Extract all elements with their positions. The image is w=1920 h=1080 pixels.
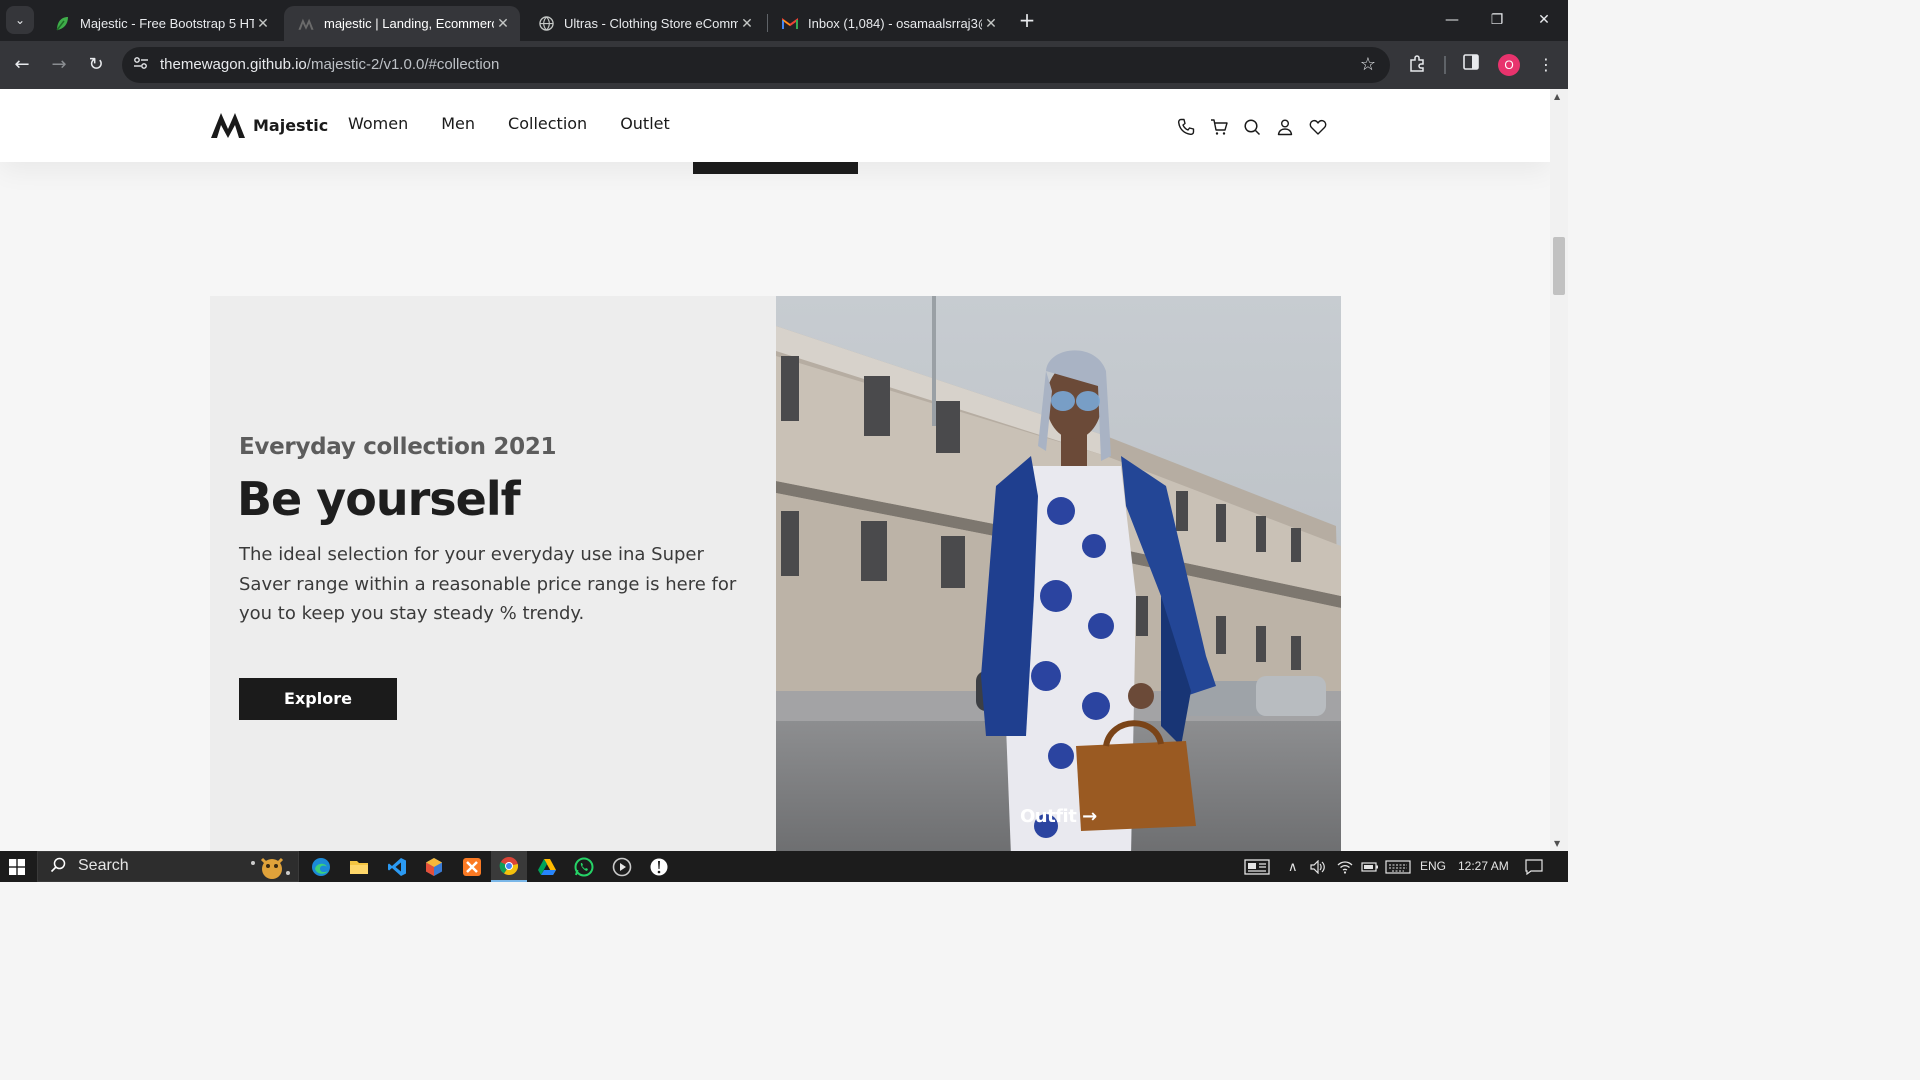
page-viewport: Majestic Women Men Collection Outlet Eve… — [0, 89, 1550, 851]
scroll-up-arrow-icon[interactable]: ▲ — [1554, 92, 1560, 101]
minimize-icon[interactable]: — — [1429, 0, 1475, 41]
window-close-icon[interactable]: ✕ — [1521, 0, 1567, 41]
search-highlight-illustration-icon — [251, 857, 290, 879]
majestic-logo-icon — [298, 16, 314, 32]
majestic-logo-icon — [211, 113, 245, 138]
app-circle-icon[interactable] — [647, 855, 671, 879]
edge-icon[interactable] — [309, 855, 333, 879]
url-text[interactable]: themewagon.github.io/majestic-2/v1.0.0/#… — [160, 47, 499, 83]
xampp-icon[interactable] — [460, 855, 484, 879]
gmail-icon — [782, 16, 798, 32]
brand-name: Majestic — [253, 115, 329, 135]
main-nav: Women Men Collection Outlet — [348, 114, 703, 133]
back-arrow-icon[interactable]: ← — [8, 51, 36, 79]
tab-title: Majestic - Free Bootstrap 5 HTML — [80, 16, 254, 31]
taskbar-search[interactable]: Search — [37, 851, 299, 882]
restore-icon[interactable]: ❐ — [1474, 0, 1520, 41]
url-host: themewagon.github.io — [160, 56, 307, 73]
tab-strip: ⌄ Majestic - Free Bootstrap 5 HTML ✕ maj… — [0, 0, 1568, 41]
app-cube-icon[interactable] — [422, 855, 446, 879]
browser-toolbar: ← → ↻ themewagon.github.io/majestic-2/v1… — [0, 41, 1568, 89]
forward-arrow-icon[interactable]: → — [45, 51, 73, 79]
menu-kebab-icon[interactable]: ⋮ — [1535, 54, 1557, 76]
search-icon[interactable] — [1242, 117, 1262, 137]
toolbar-divider — [1444, 56, 1446, 74]
google-drive-icon[interactable] — [535, 855, 559, 879]
promo-description: The ideal selection for your everyday us… — [239, 544, 737, 624]
profile-avatar[interactable]: O — [1498, 54, 1520, 76]
header-icons — [1176, 117, 1341, 137]
search-icon — [50, 857, 66, 877]
nav-item-collection[interactable]: Collection — [508, 114, 587, 133]
input-language[interactable]: ENG — [1420, 851, 1446, 882]
nav-item-outlet[interactable]: Outlet — [620, 114, 670, 133]
explore-button[interactable]: Explore — [239, 678, 397, 720]
fashion-model-photo — [776, 296, 1341, 851]
volume-icon[interactable] — [1310, 851, 1326, 882]
tab-ultras[interactable]: Ultras - Clothing Store eCommerce ✕ — [524, 6, 764, 41]
close-icon[interactable]: ✕ — [738, 15, 756, 32]
scroll-thumb[interactable] — [1553, 237, 1565, 295]
tab-title: Inbox (1,084) - osamaalsrraj3@gmail — [808, 16, 982, 31]
chrome-icon[interactable] — [491, 851, 527, 882]
outfit-label: Outfit — [1020, 806, 1077, 827]
tab-search-dropdown[interactable]: ⌄ — [6, 6, 34, 34]
tab-title: majestic | Landing, Ecommerce — [324, 16, 494, 31]
notification-center-icon[interactable] — [1525, 851, 1543, 882]
close-icon[interactable]: ✕ — [982, 15, 1000, 32]
page-scrollbar[interactable]: ▲ ▼ — [1550, 89, 1568, 851]
whatsapp-icon[interactable] — [572, 855, 596, 879]
cart-icon[interactable] — [1209, 117, 1229, 137]
tab-majestic-landing[interactable]: majestic | Landing, Ecommerce ✕ — [284, 6, 520, 41]
extensions-icon[interactable] — [1406, 54, 1428, 76]
bookmark-star-icon[interactable]: ☆ — [1360, 54, 1376, 75]
vscode-icon[interactable] — [385, 855, 409, 879]
taskbar-search-placeholder: Search — [78, 857, 129, 874]
close-icon[interactable]: ✕ — [254, 15, 272, 32]
windows-taskbar: Search ∧ ENG 12:27 AM — [0, 851, 1568, 882]
nav-item-men[interactable]: Men — [441, 114, 475, 133]
new-tab-icon[interactable]: + — [1016, 9, 1038, 31]
tab-majestic-bootstrap[interactable]: Majestic - Free Bootstrap 5 HTML ✕ — [40, 6, 280, 41]
file-explorer-icon[interactable] — [347, 855, 371, 879]
address-bar[interactable]: themewagon.github.io/majestic-2/v1.0.0/#… — [122, 47, 1390, 83]
wifi-icon[interactable] — [1337, 851, 1353, 882]
news-widget-icon[interactable] — [1244, 851, 1270, 882]
promo-image[interactable]: Outfit → — [776, 296, 1341, 851]
promo-title: Be yourself — [237, 472, 521, 526]
arrow-right-icon: → — [1082, 806, 1097, 827]
promo-subtitle: Everyday collection 2021 — [239, 434, 557, 460]
collection-promo: Everyday collection 2021 Be yourself The… — [210, 296, 1341, 851]
keyboard-icon[interactable] — [1385, 851, 1411, 882]
tab-title: Ultras - Clothing Store eCommerce — [564, 16, 738, 31]
reload-icon[interactable]: ↻ — [82, 51, 110, 79]
nav-item-women[interactable]: Women — [348, 114, 408, 133]
phone-icon[interactable] — [1176, 117, 1196, 137]
side-panel-icon[interactable] — [1460, 54, 1482, 76]
tab-gmail-inbox[interactable]: Inbox (1,084) - osamaalsrraj3@gmail ✕ — [768, 6, 1008, 41]
windows-start-icon[interactable] — [9, 859, 25, 875]
clock-time[interactable]: 12:27 AM — [1458, 851, 1509, 882]
site-header: Majestic Women Men Collection Outlet — [0, 89, 1550, 162]
heart-icon[interactable] — [1308, 117, 1328, 137]
user-icon[interactable] — [1275, 117, 1295, 137]
outfit-link[interactable]: Outfit → — [1020, 806, 1097, 827]
close-icon[interactable]: ✕ — [494, 15, 512, 32]
view-all-button-shadow — [693, 162, 858, 174]
chevron-up-icon[interactable]: ∧ — [1288, 851, 1298, 882]
brand-logo[interactable]: Majestic — [210, 111, 328, 139]
scroll-down-arrow-icon[interactable]: ▼ — [1554, 839, 1560, 848]
url-path: /majestic-2/v1.0.0/#collection — [306, 56, 500, 73]
media-player-icon[interactable] — [610, 855, 634, 879]
bootstrap-leaf-icon — [54, 16, 70, 32]
globe-icon — [538, 16, 554, 32]
site-info-icon[interactable] — [132, 56, 150, 74]
battery-icon[interactable] — [1361, 851, 1379, 882]
